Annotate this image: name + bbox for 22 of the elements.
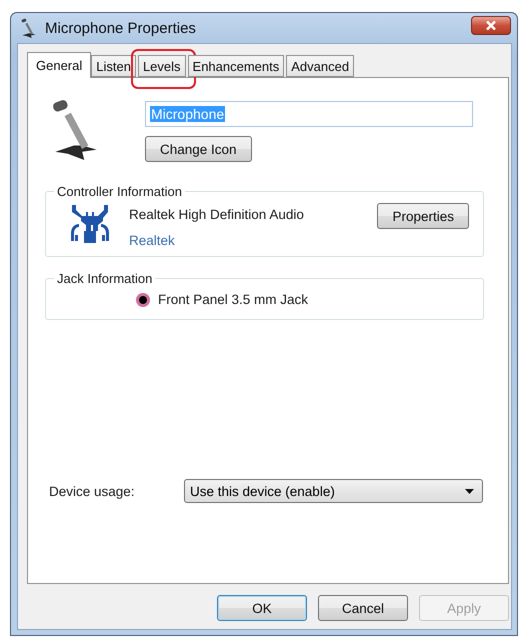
tab[interactable]: Enhancements xyxy=(188,55,284,77)
group-legend: Controller Information xyxy=(54,184,185,199)
usage-dropdown[interactable]: Use this device (enable) xyxy=(184,479,483,503)
properties-button[interactable]: Properties xyxy=(377,203,469,229)
controller-name: Realtek High Definition Audio xyxy=(129,207,305,222)
device-name: Microphone xyxy=(150,106,226,122)
tab[interactable]: Levels xyxy=(138,55,186,77)
tab[interactable]: Advanced xyxy=(286,55,354,77)
close-icon xyxy=(485,20,497,30)
crab-logo-icon xyxy=(69,203,111,245)
change-icon-button[interactable]: Change Icon xyxy=(145,136,252,162)
vendor-link[interactable]: Realtek xyxy=(129,233,360,248)
close-button[interactable] xyxy=(471,16,511,34)
dialog-button[interactable]: Cancel xyxy=(318,595,408,621)
group-legend: Jack Information xyxy=(54,271,156,286)
tab[interactable]: Listen xyxy=(91,55,136,77)
caret-icon xyxy=(465,488,474,494)
tab[interactable]: General xyxy=(27,52,92,78)
window-title: Microphone Properties xyxy=(45,20,197,36)
dialog-button[interactable]: OK xyxy=(217,595,307,621)
jack-name: Front Panel 3.5 mm Jack xyxy=(158,292,308,307)
usage-label: Device usage: xyxy=(49,484,136,498)
